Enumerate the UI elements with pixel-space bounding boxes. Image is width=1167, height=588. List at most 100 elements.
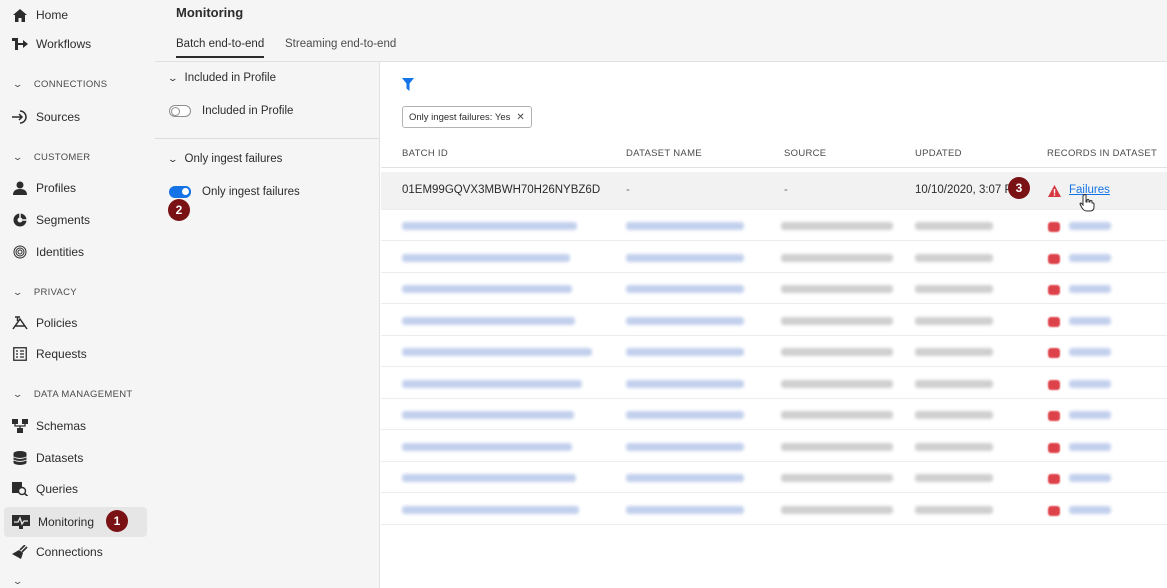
- sidebar-item-label: Requests: [36, 347, 87, 361]
- schemas-icon: [12, 418, 28, 434]
- header-divider: [381, 167, 1167, 168]
- table-row[interactable]: [381, 336, 1167, 367]
- failures-link-redacted[interactable]: [1069, 474, 1111, 482]
- only-ingest-failures-toggle[interactable]: Only ingest failures: [169, 186, 300, 198]
- sidebar-item-queries[interactable]: Queries: [0, 474, 148, 504]
- page-header: Monitoring Batch end-to-end Streaming en…: [155, 0, 1167, 62]
- home-icon: [12, 7, 28, 23]
- dataset-name-cell-redacted: [626, 411, 744, 419]
- table-row[interactable]: [381, 210, 1167, 241]
- sidebar-item-home[interactable]: Home: [0, 0, 148, 30]
- sidebar-item-policies[interactable]: Policies: [0, 308, 148, 338]
- filter-group-only-ingest-failures[interactable]: ⌄ Only ingest failures: [167, 153, 282, 165]
- failures-link-redacted[interactable]: [1069, 285, 1111, 293]
- source-cell-redacted: [781, 411, 893, 419]
- sidebar-section-more[interactable]: ⌄: [0, 574, 148, 588]
- filter-group-included-in-profile[interactable]: ⌄ Included in Profile: [167, 72, 276, 84]
- toggle-label: Included in Profile: [202, 105, 294, 117]
- filter-panel: ⌄ Included in Profile Included in Profil…: [155, 62, 380, 588]
- failures-link-redacted[interactable]: [1069, 442, 1111, 451]
- sidebar-item-label: Identities: [36, 245, 85, 259]
- column-header-records-in-dataset[interactable]: RECORDS IN DATASET: [1047, 148, 1157, 159]
- failures-link-redacted[interactable]: [1069, 316, 1111, 325]
- updated-cell-redacted: [915, 411, 993, 419]
- column-header-dataset-name[interactable]: DATASET NAME: [626, 148, 702, 159]
- batch-id-cell-redacted: [402, 348, 592, 356]
- source-cell: -: [784, 184, 788, 196]
- table-row[interactable]: [381, 431, 1167, 462]
- section-label: CUSTOMER: [33, 151, 91, 163]
- table-row[interactable]: [381, 462, 1167, 493]
- section-label: PRIVACY: [33, 286, 77, 298]
- updated-cell-redacted: [915, 379, 993, 388]
- sidebar-section-customer[interactable]: ⌄ CUSTOMER: [0, 142, 148, 172]
- table-row[interactable]: [381, 305, 1167, 336]
- table-row[interactable]: 01EM99GQVX3MBWH70H26NYBZ6D - - 10/10/202…: [381, 172, 1167, 212]
- toggle-switch-on[interactable]: [169, 186, 191, 198]
- chip-label: Only ingest failures: Yes: [409, 111, 511, 123]
- table-row[interactable]: [381, 242, 1167, 273]
- alert-icon: [1048, 442, 1060, 453]
- sidebar-item-sources[interactable]: Sources: [0, 102, 148, 132]
- batch-id-cell-redacted: [402, 505, 579, 514]
- tab-streaming-end-to-end[interactable]: Streaming end-to-end: [285, 38, 396, 56]
- sidebar-section-data-management[interactable]: ⌄ DATA MANAGEMENT: [0, 379, 148, 409]
- failures-link-redacted[interactable]: [1069, 222, 1111, 230]
- table-row[interactable]: [381, 399, 1167, 430]
- column-header-source[interactable]: SOURCE: [784, 148, 826, 159]
- alert-icon: [1048, 316, 1060, 327]
- chevron-down-icon: ⌄: [12, 78, 24, 89]
- source-cell-redacted: [781, 379, 893, 388]
- batch-id-cell-redacted: [402, 285, 572, 293]
- close-icon[interactable]: ✕: [516, 112, 524, 123]
- failures-link-redacted[interactable]: [1069, 505, 1111, 514]
- column-header-updated[interactable]: UPDATED: [915, 148, 962, 159]
- sidebar-item-schemas[interactable]: Schemas: [0, 411, 148, 441]
- updated-cell-redacted: [915, 442, 993, 451]
- source-cell-redacted: [781, 348, 893, 356]
- sidebar-item-workflows[interactable]: Workflows: [0, 29, 148, 59]
- sidebar-item-profiles[interactable]: Profiles: [0, 173, 148, 203]
- alert-icon: [1048, 222, 1060, 232]
- failures-link-redacted[interactable]: [1069, 348, 1111, 356]
- tab-batch-end-to-end[interactable]: Batch end-to-end: [176, 38, 265, 58]
- datasets-icon: [12, 450, 28, 466]
- sidebar-section-connections[interactable]: ⌄ CONNECTIONS: [0, 69, 148, 99]
- updated-cell-redacted: [915, 285, 993, 293]
- batch-id-cell-redacted: [402, 442, 572, 451]
- dataset-name-cell-redacted: [626, 474, 744, 482]
- workflow-icon: [12, 36, 28, 52]
- source-cell-redacted: [781, 442, 893, 451]
- table-row[interactable]: [381, 494, 1167, 525]
- table-row[interactable]: [381, 368, 1167, 399]
- table-row[interactable]: [381, 273, 1167, 304]
- chevron-down-icon: ⌄: [12, 286, 24, 297]
- alert-icon: [1048, 348, 1060, 358]
- sidebar-item-datasets[interactable]: Datasets: [0, 443, 148, 473]
- batch-id-cell[interactable]: 01EM99GQVX3MBWH70H26NYBZ6D: [402, 184, 600, 196]
- sidebar-item-requests[interactable]: Requests: [0, 339, 148, 369]
- policies-icon: [12, 315, 28, 331]
- failures-link-redacted[interactable]: [1069, 379, 1111, 388]
- source-cell-redacted: [781, 474, 893, 482]
- sidebar-section-privacy[interactable]: ⌄ PRIVACY: [0, 277, 148, 307]
- filter-group-title: Included in Profile: [184, 72, 276, 84]
- toggle-switch-off[interactable]: [169, 105, 191, 117]
- sidebar-item-label: Datasets: [36, 451, 84, 465]
- included-in-profile-toggle[interactable]: Included in Profile: [169, 105, 293, 117]
- filter-icon[interactable]: [402, 78, 414, 94]
- updated-cell-redacted: [915, 253, 993, 262]
- sidebar-item-identities[interactable]: Identities: [0, 237, 148, 267]
- alert-icon: [1048, 474, 1060, 484]
- sidebar-item-segments[interactable]: Segments: [0, 205, 148, 235]
- filter-chip[interactable]: Only ingest failures: Yes ✕: [402, 106, 532, 128]
- failures-link-redacted[interactable]: [1069, 411, 1111, 419]
- batch-id-cell-redacted: [402, 316, 575, 325]
- batch-id-cell-redacted: [402, 411, 574, 419]
- chevron-down-icon: ⌄: [12, 151, 24, 162]
- failures-link-redacted[interactable]: [1069, 253, 1111, 262]
- batch-id-cell-redacted: [402, 222, 577, 230]
- sidebar-item-connections[interactable]: Connections: [0, 537, 148, 567]
- column-header-batch-id[interactable]: BATCH ID: [402, 148, 448, 159]
- source-cell-redacted: [781, 316, 893, 325]
